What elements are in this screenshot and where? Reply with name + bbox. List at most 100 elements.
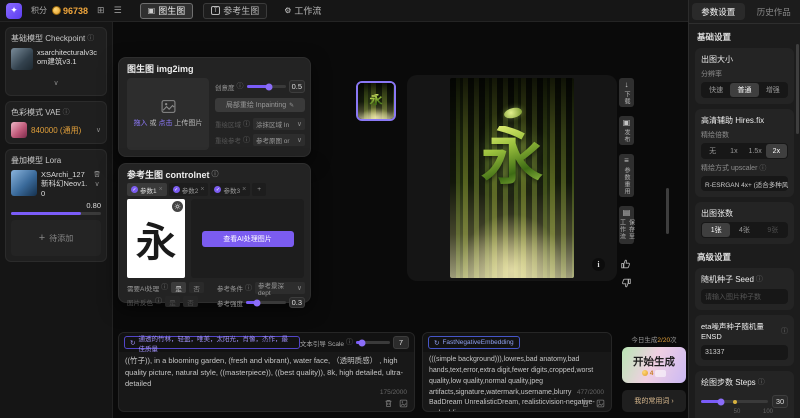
- chevron-down-icon[interactable]: ∨: [94, 181, 99, 188]
- lora-thumbnail[interactable]: [11, 170, 37, 196]
- info-icon[interactable]: ⓘ: [161, 284, 168, 291]
- cfg-scale-value[interactable]: 7: [393, 336, 409, 349]
- reuse-params-button[interactable]: ≡ 参数重用: [619, 154, 634, 197]
- sidebar-scrollbar[interactable]: [796, 44, 799, 134]
- result-thumbnail[interactable]: 永: [356, 81, 396, 121]
- save-to-workflow-button[interactable]: ▤ 保存至工作流: [619, 206, 634, 244]
- thumbs-down-icon[interactable]: [620, 277, 632, 289]
- positive-prompt-input[interactable]: ((竹子)), in a blooming garden, (fresh and…: [119, 352, 414, 393]
- app-logo-icon[interactable]: ✦: [6, 3, 22, 19]
- prompt-tag-pill[interactable]: ↻ 通透的竹林，轻盈，唯美，太阳光，肖像，杰作，最佳质量: [124, 336, 300, 349]
- negative-tag-pill[interactable]: ↻ FastNegativeEmbedding: [428, 336, 520, 349]
- info-icon[interactable]: ⓘ: [87, 35, 94, 42]
- denoise-value[interactable]: 0.5: [289, 80, 305, 93]
- upscale-1x[interactable]: 1x: [723, 144, 744, 158]
- cfg-scale-slider[interactable]: [356, 341, 390, 344]
- save-image-icon[interactable]: [596, 399, 605, 408]
- thumbs-up-icon[interactable]: [620, 258, 632, 270]
- vae-thumbnail[interactable]: [11, 122, 27, 138]
- tab-controlnet[interactable]: T 参考生图: [203, 3, 267, 19]
- chevron-down-icon[interactable]: ∨: [53, 80, 58, 87]
- batch-4[interactable]: 4张: [730, 223, 758, 237]
- strength-slider[interactable]: [246, 301, 286, 304]
- ai-process-label: 需要AI处理: [127, 283, 159, 293]
- inpainting-button[interactable]: 局部重绘 Inpainting ✎: [215, 98, 305, 112]
- trash-icon[interactable]: [93, 170, 101, 178]
- info-icon[interactable]: ⓘ: [758, 379, 765, 386]
- info-icon[interactable]: ⓘ: [212, 171, 219, 178]
- result-image-container: 永 i: [407, 75, 617, 281]
- upscale-none[interactable]: 无: [702, 144, 723, 158]
- trash-icon[interactable]: [581, 399, 590, 408]
- apps-grid-icon[interactable]: ⊞: [97, 6, 105, 15]
- steps-default-marker: [733, 400, 737, 404]
- save-image-icon[interactable]: [399, 399, 408, 408]
- view-ai-image-button[interactable]: 查看AI处理图片: [202, 231, 294, 247]
- download-button[interactable]: ↓ 下载: [619, 78, 634, 107]
- condition-label: 参考条件: [217, 283, 243, 293]
- tab-workflow[interactable]: ⚙ 工作流: [277, 3, 328, 19]
- upload-dropzone[interactable]: 拖入 或 点击 上传图片: [127, 78, 209, 150]
- gear-icon[interactable]: [172, 201, 183, 212]
- batch-9[interactable]: 9张: [759, 223, 787, 237]
- close-icon[interactable]: ×: [159, 186, 163, 193]
- resolution-fast[interactable]: 快速: [702, 83, 730, 97]
- inpaint-ref-select[interactable]: 参考原图 or∨: [253, 134, 305, 146]
- add-lora-button[interactable]: + 待添加: [11, 220, 101, 256]
- generate-button[interactable]: 开始生成 4: [622, 347, 686, 383]
- invert-yes-button[interactable]: 是: [165, 296, 180, 307]
- lora-weight-slider[interactable]: [11, 212, 101, 215]
- controlnet-tab-2[interactable]: ✓参数2×: [169, 183, 209, 196]
- info-icon[interactable]: ⓘ: [63, 109, 70, 116]
- invert-no-button[interactable]: 否: [183, 296, 198, 307]
- checkpoint-thumbnail[interactable]: [11, 48, 33, 70]
- info-icon[interactable]: ⓘ: [243, 121, 250, 128]
- controlnet-reference-image[interactable]: 永: [127, 199, 185, 278]
- trash-icon[interactable]: [384, 399, 393, 408]
- menu-icon[interactable]: ☰: [114, 6, 122, 15]
- steps-slider[interactable]: [701, 400, 768, 403]
- info-icon[interactable]: ⓘ: [759, 165, 766, 172]
- tab-history[interactable]: 历史作品: [748, 0, 800, 23]
- info-icon[interactable]: ⓘ: [346, 339, 353, 346]
- resolution-normal[interactable]: 普通: [730, 83, 758, 97]
- lora-name[interactable]: XSArchi_127新科幻Neov1.0: [41, 170, 89, 198]
- upscaler-select[interactable]: R-ESRGAN 4x+ (适合多种风∨: [701, 176, 788, 191]
- info-icon[interactable]: ⓘ: [245, 285, 252, 292]
- ai-process-no-button[interactable]: 否: [189, 282, 204, 293]
- batch-1[interactable]: 1张: [702, 223, 730, 237]
- close-icon[interactable]: ×: [200, 186, 204, 193]
- img2img-panel-title: 图生图 img2img: [119, 58, 310, 79]
- vae-value[interactable]: 840000 (通用): [31, 125, 81, 136]
- seed-input[interactable]: 请输入图片种子数: [701, 289, 788, 304]
- canvas-scrollbar[interactable]: [666, 188, 669, 234]
- condition-select[interactable]: 参考景深 dept∨: [255, 282, 305, 294]
- inpaint-area-select[interactable]: 涂抹区域 In∨: [253, 118, 305, 130]
- info-icon[interactable]: ⓘ: [756, 276, 763, 283]
- chevron-down-icon[interactable]: ∨: [96, 127, 101, 134]
- ai-process-yes-button[interactable]: 是: [171, 282, 186, 293]
- publish-button[interactable]: ▣ 发布: [619, 116, 634, 145]
- upscale-1-5x[interactable]: 1.5x: [745, 144, 766, 158]
- tab-parameters[interactable]: 参数设置: [692, 3, 745, 20]
- info-icon[interactable]: ⓘ: [243, 137, 250, 144]
- controlnet-tab-1[interactable]: ✓参数1×: [127, 183, 167, 196]
- generated-image[interactable]: 永: [450, 78, 574, 278]
- info-icon[interactable]: ⓘ: [781, 328, 788, 335]
- tab-img2img[interactable]: ▣ 图生图: [140, 3, 194, 19]
- controlnet-tab-3[interactable]: ✓参数3×: [210, 183, 250, 196]
- upscale-2x[interactable]: 2x: [766, 144, 787, 158]
- ensd-input[interactable]: 31337: [701, 345, 788, 360]
- info-icon[interactable]: ⓘ: [237, 83, 244, 90]
- close-icon[interactable]: ×: [242, 186, 246, 193]
- image-info-icon[interactable]: i: [592, 258, 605, 271]
- add-controlnet-tab-button[interactable]: +: [252, 183, 266, 196]
- upload-suffix-label: 上传图片: [174, 120, 202, 127]
- denoise-slider[interactable]: [247, 85, 286, 88]
- info-icon[interactable]: ⓘ: [155, 298, 162, 305]
- steps-value[interactable]: 30: [772, 395, 788, 408]
- checkpoint-name[interactable]: xsarchitecturalv3com建筑v3.1: [37, 48, 101, 67]
- resolution-enhanced[interactable]: 增强: [759, 83, 787, 97]
- strength-value[interactable]: 0.3: [289, 297, 305, 308]
- favorite-prompts-button[interactable]: 我的常用词 ›: [622, 390, 686, 412]
